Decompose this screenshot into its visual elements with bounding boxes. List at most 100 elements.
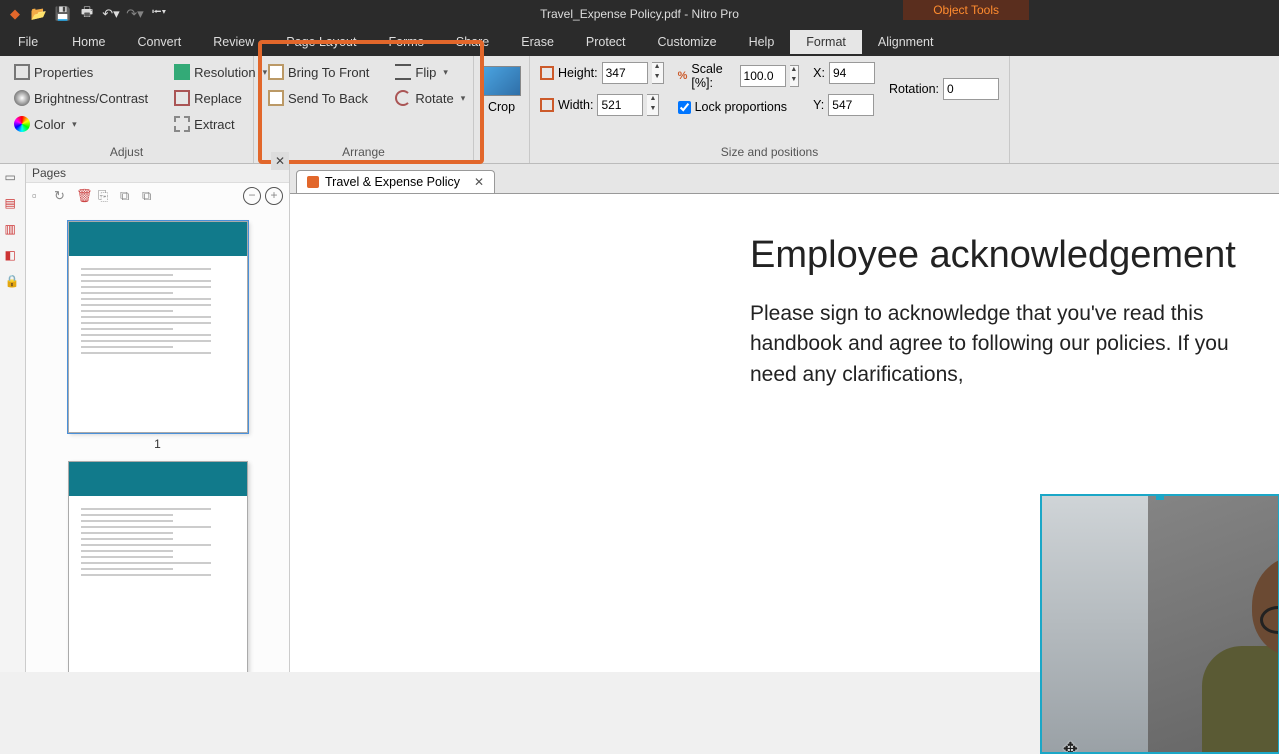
scale-input[interactable] — [740, 65, 786, 87]
send-back-icon — [268, 90, 284, 106]
rotation-label: Rotation: — [889, 82, 939, 96]
pages-zoom-out[interactable]: − — [243, 187, 261, 205]
left-rail: ▭ ▤ ▥ ◧ 🔒 — [0, 164, 26, 672]
crop-icon — [483, 66, 521, 96]
resize-handle-n[interactable] — [1156, 494, 1164, 500]
save-icon[interactable]: 💾 — [54, 5, 72, 23]
pages-panel: Pages ✕ ▫ ↻ 🗑 ⎘ ⧉ ⧉ − + — [26, 164, 290, 672]
crop-button[interactable]: Crop — [483, 66, 521, 114]
replace-icon — [174, 90, 190, 106]
menu-help[interactable]: Help — [733, 30, 791, 54]
properties-button[interactable]: Properties — [10, 62, 152, 82]
pages-panel-close[interactable]: ✕ — [271, 152, 289, 170]
pages-tb-extract-icon[interactable]: ⎘ — [98, 188, 114, 204]
width-icon — [540, 98, 554, 112]
width-spinner[interactable]: ▲▼ — [647, 94, 659, 116]
rail-attachments-icon[interactable]: ◧ — [5, 248, 21, 264]
height-spinner[interactable]: ▲▼ — [652, 62, 664, 84]
selected-image-object[interactable]: ↻ ✥ — [1040, 494, 1279, 754]
open-icon[interactable]: 📂 — [30, 5, 48, 23]
context-tab-label: Object Tools — [903, 0, 1029, 20]
menu-file[interactable]: File — [0, 30, 56, 54]
doc-heading: Employee acknowledgement — [750, 234, 1279, 277]
brightness-contrast-button[interactable]: Brightness/Contrast — [10, 88, 152, 108]
rail-security-icon[interactable]: 🔒 — [5, 274, 21, 290]
thumbnails[interactable]: 1 — [26, 209, 289, 672]
scale-label: Scale [%]: — [691, 62, 735, 90]
flip-button[interactable]: Flip — [391, 62, 469, 82]
extract-icon — [174, 116, 190, 132]
pages-toolbar: ▫ ↻ 🗑 ⎘ ⧉ ⧉ − + — [26, 183, 289, 209]
y-input[interactable] — [828, 94, 874, 116]
rotate-button[interactable]: Rotate — [391, 88, 469, 108]
menu-format[interactable]: Format — [790, 30, 862, 54]
lock-proportions-checkbox[interactable] — [678, 101, 691, 114]
rail-layers-icon[interactable]: ▥ — [5, 222, 21, 238]
menu-protect[interactable]: Protect — [570, 30, 642, 54]
height-icon — [540, 66, 554, 80]
workspace: ▭ ▤ ▥ ◧ 🔒 Pages ✕ ▫ ↻ 🗑 ⎘ ⧉ ⧉ − + — [0, 164, 1279, 672]
page-gutter — [290, 194, 640, 672]
redo-icon[interactable]: ↷▾ — [126, 5, 144, 23]
ribbon-group-size-positions: Height:▲▼ Width:▲▼ %Scale [%]:▲▼ Lock pr… — [530, 56, 1010, 163]
rotate-icon — [395, 90, 411, 106]
group-label-arrange: Arrange — [264, 141, 463, 161]
height-input[interactable] — [602, 62, 648, 84]
ribbon-group-arrange: Bring To Front Send To Back Flip Rotate … — [254, 56, 474, 163]
image-bg — [1042, 496, 1148, 752]
x-input[interactable] — [829, 62, 875, 84]
properties-icon — [14, 64, 30, 80]
menu-alignment[interactable]: Alignment — [862, 30, 950, 54]
bring-to-front-button[interactable]: Bring To Front — [264, 62, 373, 82]
document-tab[interactable]: Travel & Expense Policy ✕ — [296, 170, 495, 193]
pages-tb-paste-icon[interactable]: ⧉ — [142, 188, 158, 204]
rail-bookmarks-icon[interactable]: ▤ — [5, 196, 21, 212]
page-number-1: 1 — [46, 437, 269, 451]
bring-front-icon — [268, 64, 284, 80]
menu-convert[interactable]: Convert — [122, 30, 198, 54]
document-area: Travel & Expense Policy ✕ Employee ackno… — [290, 164, 1279, 672]
pages-panel-title: Pages — [32, 166, 66, 180]
app-icon: ◆ — [6, 5, 24, 23]
menu-forms[interactable]: Forms — [372, 30, 439, 54]
menu-erase[interactable]: Erase — [505, 30, 570, 54]
window-title: Travel_Expense Policy.pdf - Nitro Pro — [0, 7, 1279, 21]
pages-tb-copy-icon[interactable]: ⧉ — [120, 188, 136, 204]
document-tab-icon — [307, 176, 319, 188]
document-tab-close[interactable]: ✕ — [474, 175, 484, 189]
color-button[interactable]: Color — [10, 114, 152, 134]
rail-pages-icon[interactable]: ▭ — [5, 170, 21, 186]
menu-customize[interactable]: Customize — [642, 30, 733, 54]
print-icon[interactable]: 🖶 — [78, 5, 96, 23]
select-icon[interactable]: ⭰▾ — [150, 5, 168, 23]
menubar: File Home Convert Review Page Layout For… — [0, 28, 1279, 56]
menu-share[interactable]: Share — [440, 30, 505, 54]
group-label-sizepos: Size and positions — [540, 141, 999, 161]
menu-review[interactable]: Review — [197, 30, 270, 54]
scale-spinner[interactable]: ▲▼ — [790, 65, 800, 87]
lock-proportions-label: Lock proportions — [695, 100, 787, 114]
x-label: X: — [813, 66, 825, 80]
undo-icon[interactable]: ↶▾ — [102, 5, 120, 23]
rotation-input[interactable] — [943, 78, 999, 100]
group-label-adjust: Adjust — [10, 141, 243, 161]
page-thumbnail-2[interactable] — [68, 461, 248, 672]
pages-tb-rotate-icon[interactable]: ↻ — [54, 188, 70, 204]
pages-zoom-in[interactable]: + — [265, 187, 283, 205]
doc-paragraph: Please sign to acknowledge that you've r… — [750, 299, 1279, 390]
document-tab-label: Travel & Expense Policy — [325, 175, 460, 189]
height-label: Height: — [558, 66, 598, 80]
flip-icon — [395, 64, 411, 80]
send-to-back-button[interactable]: Send To Back — [264, 88, 373, 108]
pages-tb-new-icon[interactable]: ▫ — [32, 188, 48, 204]
menu-home[interactable]: Home — [56, 30, 121, 54]
width-input[interactable] — [597, 94, 643, 116]
menu-page-layout[interactable]: Page Layout — [270, 30, 372, 54]
page-thumbnail-1[interactable] — [68, 221, 248, 433]
scale-icon: % — [678, 70, 688, 82]
document-canvas[interactable]: Employee acknowledgement Please sign to … — [290, 194, 1279, 672]
brightness-icon — [14, 90, 30, 106]
pages-tb-delete-icon[interactable]: 🗑 — [76, 188, 92, 204]
image-person — [1182, 536, 1279, 754]
ribbon-group-adjust: Properties Brightness/Contrast Color Res… — [0, 56, 254, 163]
